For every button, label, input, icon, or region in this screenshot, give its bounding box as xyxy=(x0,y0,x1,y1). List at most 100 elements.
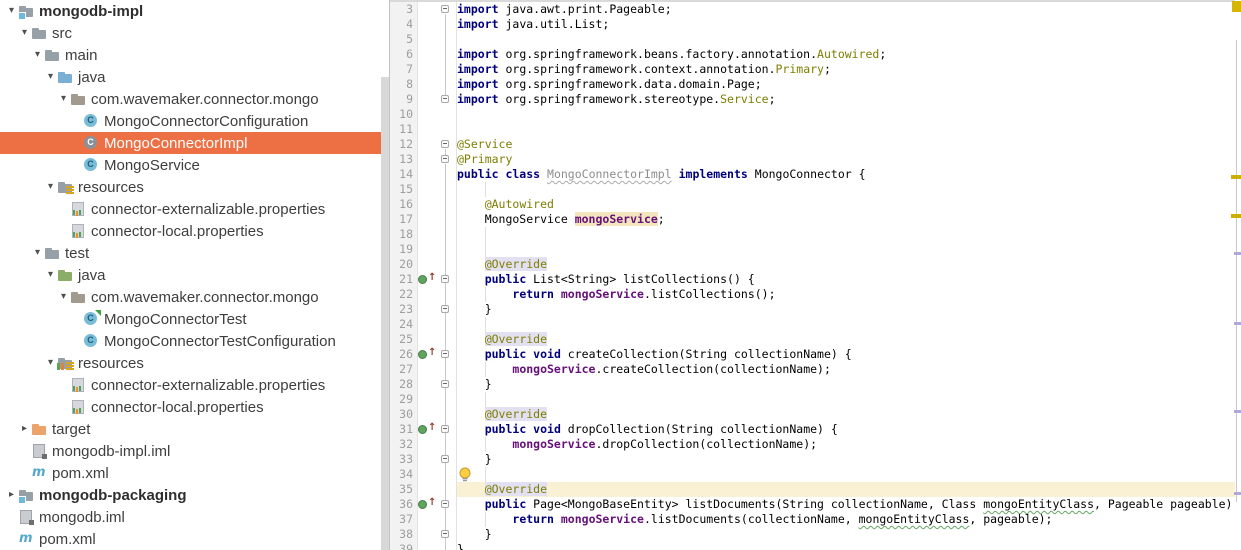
test-folder-icon xyxy=(57,267,74,283)
tree-row-resources[interactable]: ▾resources xyxy=(0,176,390,198)
tree-row-mongodb-impl-iml[interactable]: mongodb-impl.iml xyxy=(0,440,390,462)
overriding-method-icon[interactable]: ↑ xyxy=(418,423,438,436)
tree-row-test[interactable]: ▾test xyxy=(0,242,390,264)
usage-stripe-mark[interactable] xyxy=(1234,322,1241,325)
collapse-arrow-icon[interactable]: ▾ xyxy=(31,44,44,66)
code-text: } xyxy=(457,452,492,467)
tree-row-connector-externalizable-properties[interactable]: connector-externalizable.properties xyxy=(0,198,390,220)
fold-end-marker[interactable] xyxy=(441,380,449,388)
tree-row-connector-local-properties[interactable]: connector-local.properties xyxy=(0,396,390,418)
tree-row-resources[interactable]: ▾resources xyxy=(0,352,390,374)
fold-end-marker[interactable] xyxy=(441,305,449,313)
tree-row-label: com.wavemaker.connector.mongo xyxy=(91,289,319,306)
collapse-arrow-icon[interactable]: ▾ xyxy=(5,0,18,22)
fold-start-marker[interactable] xyxy=(441,500,449,508)
fold-start-marker[interactable] xyxy=(441,425,449,433)
line-number: 15 xyxy=(390,182,413,197)
properties-icon xyxy=(70,201,87,217)
line-number: 25 xyxy=(390,332,413,347)
fold-start-marker[interactable] xyxy=(441,350,449,358)
fold-start-marker[interactable] xyxy=(441,5,449,13)
warning-stripe-mark[interactable] xyxy=(1231,214,1241,218)
collapse-arrow-icon[interactable]: ▾ xyxy=(44,66,57,88)
line-number: 22 xyxy=(390,287,413,302)
line-number: 32 xyxy=(390,437,413,452)
tree-row-mongoconnectorconfiguration[interactable]: MongoConnectorConfiguration xyxy=(0,110,390,132)
collapse-arrow-icon[interactable]: ▾ xyxy=(57,286,70,308)
line-number: 38 xyxy=(390,527,413,542)
code-text: public void createCollection(String coll… xyxy=(457,347,852,362)
collapse-arrow-icon[interactable]: ▾ xyxy=(57,88,70,110)
code-text: public Page<MongoBaseEntity> listDocumen… xyxy=(457,497,1241,512)
tree-row-main[interactable]: ▾ main xyxy=(0,44,390,66)
tree-row-mongoconnectortest[interactable]: MongoConnectorTest xyxy=(0,308,390,330)
class-icon xyxy=(83,157,100,173)
usage-stripe-mark[interactable] xyxy=(1234,410,1241,413)
tree-row-mongoconnectorimpl[interactable]: MongoConnectorImpl xyxy=(0,132,390,154)
code-text: @Override xyxy=(457,482,547,497)
tree-row-label: mongodb-impl.iml xyxy=(52,443,170,460)
tree-scrollbar[interactable] xyxy=(381,77,389,550)
tree-row-label: mongodb.iml xyxy=(39,509,125,526)
tree-row-label: main xyxy=(65,47,98,64)
intention-bulb-icon[interactable] xyxy=(458,467,472,482)
tree-row-connector-local-properties[interactable]: connector-local.properties xyxy=(0,220,390,242)
overriding-method-icon[interactable]: ↑ xyxy=(418,348,438,361)
line-number: 34 xyxy=(390,467,413,482)
fold-end-marker[interactable] xyxy=(441,95,449,103)
code-text: @Override xyxy=(457,257,547,272)
overriding-method-icon[interactable]: ↑ xyxy=(418,498,438,511)
collapse-arrow-icon[interactable]: ▾ xyxy=(31,242,44,264)
project-tree-panel[interactable]: ▾mongodb-impl▾src▾main▾java▾com.wavemake… xyxy=(0,0,390,550)
collapse-arrow-icon[interactable]: ▾ xyxy=(44,264,57,286)
collapse-arrow-icon[interactable]: ▾ xyxy=(44,176,57,198)
tree-row-mongodb-impl[interactable]: ▾mongodb-impl xyxy=(0,0,390,22)
properties-icon xyxy=(70,399,87,415)
tree-row-java[interactable]: ▾java xyxy=(0,66,390,88)
warning-stripe-mark[interactable] xyxy=(1231,175,1241,179)
tree-row-mongoservice[interactable]: MongoService xyxy=(0,154,390,176)
fold-end-marker[interactable] xyxy=(441,455,449,463)
usage-stripe-mark[interactable] xyxy=(1234,492,1241,495)
fold-end-marker[interactable] xyxy=(441,530,449,538)
folder-icon xyxy=(44,245,61,261)
tree-row-label: connector-externalizable.properties xyxy=(91,377,325,394)
tree-row-pom-xml[interactable]: pom.xml xyxy=(0,528,390,550)
tree-row-com-wavemaker-connector-mongo[interactable]: ▾ com.wavemaker.connector.mongo xyxy=(0,286,390,308)
class-icon xyxy=(83,333,100,349)
tree-row-pom-xml[interactable]: pom.xml xyxy=(0,462,390,484)
overriding-method-icon[interactable]: ↑ xyxy=(418,273,438,286)
tree-row-java[interactable]: ▾java xyxy=(0,264,390,286)
inspection-status-indicator[interactable] xyxy=(1232,1,1241,12)
tree-row-src[interactable]: ▾src xyxy=(0,22,390,44)
fold-start-marker[interactable] xyxy=(441,275,449,283)
indent-guide xyxy=(485,182,486,197)
usage-stripe-mark[interactable] xyxy=(1234,252,1241,255)
code-editor[interactable]: 3import java.awt.print.Pageable;4import … xyxy=(390,0,1241,550)
fold-end-marker[interactable] xyxy=(441,155,449,163)
tree-row-label: MongoConnectorTestConfiguration xyxy=(104,333,336,350)
expand-arrow-icon[interactable]: ▸ xyxy=(5,484,18,506)
tree-row-mongodb-packaging[interactable]: ▸ mongodb-packaging xyxy=(0,484,390,506)
collapse-arrow-icon[interactable]: ▾ xyxy=(18,22,31,44)
expand-arrow-icon[interactable]: ▸ xyxy=(18,418,31,440)
tree-row-com-wavemaker-connector-mongo[interactable]: ▾com.wavemaker.connector.mongo xyxy=(0,88,390,110)
folder-icon xyxy=(31,25,48,41)
code-text: import org.springframework.beans.factory… xyxy=(457,47,886,62)
package-icon xyxy=(70,91,87,107)
tree-row-connector-externalizable-properties[interactable]: connector-externalizable.properties xyxy=(0,374,390,396)
line-number: 26 xyxy=(390,347,413,362)
tree-row-mongodb-iml[interactable]: mongodb.iml xyxy=(0,506,390,528)
code-line-8: 8import org.springframework.data.domain.… xyxy=(390,77,1241,92)
maven-file-icon xyxy=(18,531,35,547)
collapse-arrow-icon[interactable]: ▾ xyxy=(44,352,57,374)
tree-row-target[interactable]: ▸target xyxy=(0,418,390,440)
line-number: 13 xyxy=(390,152,413,167)
line-number: 21 xyxy=(390,272,413,287)
tree-row-mongoconnectortestconfiguration[interactable]: MongoConnectorTestConfiguration xyxy=(0,330,390,352)
code-line-24: 24 xyxy=(390,317,1241,332)
code-text: @Autowired xyxy=(457,197,554,212)
line-number: 30 xyxy=(390,407,413,422)
tree-row-label: mongodb-packaging xyxy=(39,487,187,504)
fold-start-marker[interactable] xyxy=(441,140,449,148)
